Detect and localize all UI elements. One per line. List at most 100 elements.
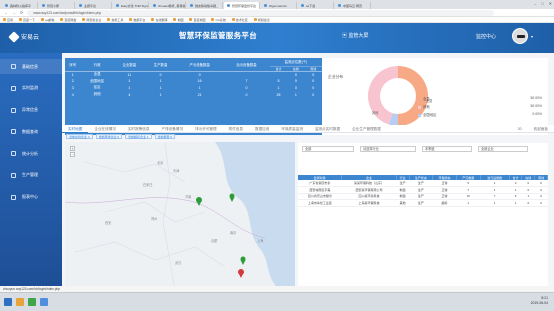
folder-icon[interactable] — [16, 298, 24, 306]
tab[interactable]: 企业在线情况 — [88, 125, 122, 133]
chevron-down-icon[interactable]: ▾ — [531, 34, 533, 39]
table-cell: 4 — [128, 92, 131, 97]
sidebar-item[interactable]: 基础信息 — [0, 59, 62, 74]
map-place-label: 郑州 — [151, 216, 157, 221]
table-row[interactable]: 1 全县 11 0 0 0 0 — [65, 71, 322, 78]
zoom-out-button[interactable]: − — [70, 152, 75, 157]
browser-tab[interactable]: 智慧环保监管平台 — [224, 2, 260, 9]
period-select[interactable]: 本季度 — [422, 146, 472, 152]
chrome-icon[interactable] — [28, 298, 36, 306]
close-icon[interactable]: ✕ — [549, 1, 552, 6]
table-cell: 其他 — [93, 92, 101, 97]
table-cell: 11 — [127, 72, 132, 77]
bookmark-item[interactable]: 数据平台 — [129, 18, 145, 22]
industry-select[interactable]: 请选择行业 — [360, 146, 416, 152]
avatar[interactable] — [512, 28, 528, 44]
zoom-in-button[interactable]: + — [70, 146, 75, 151]
table-row[interactable]: 2 全国地区 1 1 16 7 5 0 0 — [65, 78, 322, 85]
sidebar-item[interactable]: 生产管理 — [0, 168, 62, 183]
bookmark-item[interactable]: 百度一下 — [19, 18, 35, 22]
tab[interactable]: 实时报警信息 — [122, 125, 156, 133]
browser-tab[interactable]: 中国鸟云·网页 — [335, 2, 371, 9]
table-cell: 1 — [480, 199, 510, 207]
browser-tab[interactable]: Easy文化 TNR Signal — [113, 2, 149, 9]
table-cell: 上海某环保科技 — [341, 199, 397, 207]
status-filter-chip[interactable]: 当前超标企业 1 — [125, 134, 152, 139]
status-filter-chip[interactable]: 当前在线企业 4 — [66, 134, 93, 139]
back-icon[interactable]: ← — [4, 10, 8, 15]
bookmark-item[interactable]: qq邮箱 — [41, 18, 54, 22]
map-view[interactable]: 北京 天津 石家庄 济南 郑州 西安 南京 合肥 上海 武汉 + − — [65, 142, 295, 290]
tab[interactable]: 产排设备情况 — [156, 125, 190, 133]
bookmark-item[interactable]: 视频会议 — [254, 18, 270, 22]
browser-tab[interactable]: 微友移动版卓越_ — [187, 2, 223, 9]
browser-tab[interactable]: 森林防火指挥平 — [2, 2, 38, 9]
sidebar-item-label: 数据查询 — [22, 128, 38, 134]
table-cell: 26 — [276, 92, 281, 97]
sidebar-item[interactable]: 数据查询 — [0, 124, 62, 139]
screen-button[interactable]: ▣ 监管大屏 — [342, 32, 368, 39]
bookmark-item[interactable]: 技术社区 — [232, 18, 248, 22]
area-select[interactable]: 全部 — [302, 146, 354, 152]
status-filter-chip[interactable]: 当前报警 0 — [154, 134, 176, 139]
minimize-icon[interactable]: – — [534, 1, 536, 6]
browser-tab[interactable]: 智慧小屋 — [39, 2, 75, 9]
table-cell: 区区 — [93, 85, 101, 90]
browser-tab[interactable]: zhuoaot移杯_易易新 — [150, 2, 186, 9]
sidebar-item[interactable]: 异常信息 — [0, 103, 62, 118]
legend-label: 全国地区 — [418, 112, 437, 117]
forward-icon[interactable]: → — [12, 10, 16, 15]
bookmark-item[interactable]: 常用工具 — [107, 18, 123, 22]
table-cell: 0 — [245, 85, 248, 90]
favicon-icon — [153, 4, 156, 7]
tab[interactable]: 实时地图 — [62, 125, 89, 133]
table-cell: 1 — [294, 92, 297, 97]
table-cell: 0 — [159, 72, 162, 77]
table-row[interactable]: 上海市奉化工业区 上海某环保科技 其他 生产 超标 1 1 1 0 0 — [298, 199, 548, 207]
bookmark-item[interactable]: 百度网盘 — [60, 18, 76, 22]
pulse-icon — [11, 85, 16, 91]
status-filter-chip[interactable]: 当前离线企业 0 — [95, 134, 123, 139]
clock-date: 2019-06-04 — [530, 301, 548, 305]
bookmark-item[interactable]: 百度地图 — [189, 18, 205, 22]
url-input[interactable]: www.aoy123.com/dw/portal/hb/login/index.… — [27, 9, 494, 16]
browser-tab[interactable]: sa下载 — [298, 2, 334, 9]
table-cell: 7 — [245, 79, 248, 84]
legend-text: 全县 — [423, 97, 430, 101]
browser-tab[interactable]: bilgurxuanrzn — [261, 2, 297, 9]
table-row[interactable]: 3 区区 1 1 1 0 1 0 0 — [65, 85, 322, 92]
enterprise-select[interactable]: 全部企业 — [478, 146, 528, 152]
tab[interactable]: 附件信息 — [223, 125, 249, 133]
map-canvas[interactable]: 北京天津石家庄济南郑州西安南京合肥 上海武汉 — [65, 142, 295, 290]
legend-text: 全国地区 — [423, 113, 437, 117]
sidebar-item[interactable]: 报表中心 — [0, 190, 62, 205]
bookmark-item[interactable]: 地图 — [173, 18, 183, 22]
tab[interactable]: 数据应用 — [249, 125, 275, 133]
bookmark-item[interactable]: 网页版企业 — [82, 18, 101, 22]
taskbar: 8:21 2019-06-04 — [0, 292, 554, 311]
alert-icon — [11, 107, 16, 113]
browser-tab[interactable]: 主题平台 — [76, 2, 112, 9]
bookmark-item[interactable]: 应用 — [3, 18, 13, 22]
maximize-icon[interactable]: □ — [541, 1, 543, 6]
tab[interactable]: 环境质量监测 — [275, 125, 309, 133]
legend-swatch — [418, 97, 421, 101]
collapse-panel-button[interactable]: 收起面板 — [528, 125, 554, 133]
bookmark-item[interactable]: OA系统 — [211, 18, 225, 22]
start-icon[interactable] — [4, 298, 12, 306]
map-place-label: 西安 — [105, 220, 111, 225]
table-row[interactable]: 4 其他 4 1 21 0 26 1 0 — [65, 91, 322, 98]
tab[interactable]: 排污许可管理 — [189, 125, 223, 133]
tab[interactable]: 企业生产管理数据 — [346, 125, 387, 133]
column-header: 产污设备数量 — [176, 58, 224, 72]
enterprise-stats-table: 序号 行政 企业数量 生产数量 产污设备数量 治污设备数量 监测点位数(个) 合计 在线 离线 … — [65, 58, 322, 135]
logo[interactable]: 安易云 — [8, 30, 39, 43]
tab[interactable]: 监测点实时数据 — [309, 125, 346, 133]
browser-tab-label: zhuoaot移杯_易易新 — [158, 3, 186, 8]
monitor-center-link[interactable]: 监控中心 — [476, 33, 496, 40]
app-icon[interactable] — [40, 298, 48, 306]
sidebar-item[interactable]: 实时监测 — [0, 81, 62, 96]
reload-icon[interactable]: ⟳ — [20, 10, 23, 15]
bookmark-item[interactable]: 在线翻译 — [151, 18, 167, 22]
sidebar-item[interactable]: 统计分析 — [0, 146, 62, 161]
